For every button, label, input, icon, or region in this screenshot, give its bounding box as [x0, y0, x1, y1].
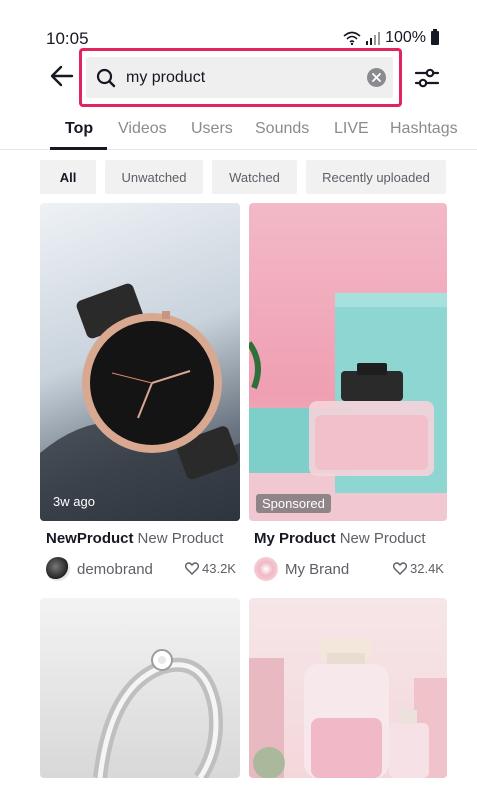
author-name: demobrand	[77, 560, 153, 578]
like-count: 32.4K	[393, 561, 444, 576]
ring-image	[93, 649, 223, 778]
tab-hashtags[interactable]: Hashtags	[390, 120, 458, 138]
wifi-icon	[343, 31, 361, 45]
battery-percent: 100%	[385, 29, 426, 46]
avatar	[254, 557, 278, 581]
active-tab-indicator	[50, 147, 107, 150]
author-row[interactable]: demobrand	[46, 557, 153, 581]
like-count: 43.2K	[185, 561, 236, 576]
search-bar[interactable]	[86, 57, 393, 98]
result-tabs: Top Videos Users Sounds LIVE Hashtags	[0, 110, 477, 150]
status-time: 10:05	[46, 29, 89, 48]
video-thumbnail-watch[interactable]: 3w ago	[40, 203, 240, 521]
author-row[interactable]: My Brand	[254, 557, 349, 581]
video-thumbnail-ring[interactable]	[40, 598, 240, 778]
filter-settings-button[interactable]	[412, 64, 442, 92]
avatar	[46, 557, 70, 581]
perfume-image	[249, 293, 447, 521]
video-thumbnail-perfume[interactable]: Sponsored	[249, 203, 447, 521]
video-subtitle: New Product	[339, 530, 426, 547]
tab-live[interactable]: LIVE	[334, 120, 369, 138]
filter-chip-recently-uploaded[interactable]: Recently uploaded	[306, 160, 446, 194]
filter-chip-unwatched[interactable]: Unwatched	[105, 160, 203, 194]
likes-value: 43.2K	[202, 561, 236, 576]
likes-value: 32.4K	[410, 561, 444, 576]
author-name: My Brand	[285, 560, 350, 578]
filter-chip-watched[interactable]: Watched	[212, 160, 297, 194]
upload-age-label: 3w ago	[53, 494, 95, 509]
video-caption[interactable]: My Product New Product	[254, 530, 426, 547]
video-subtitle: New Product	[137, 530, 224, 547]
filter-chip-all[interactable]: All	[40, 160, 96, 194]
search-input[interactable]	[126, 68, 356, 87]
status-bar: 10:05 100%	[0, 0, 477, 52]
tab-videos[interactable]: Videos	[118, 120, 167, 138]
tab-top[interactable]: Top	[65, 120, 93, 138]
bottle-image	[249, 638, 447, 778]
arrow-left-icon	[50, 65, 74, 87]
video-title: My Product	[254, 530, 336, 547]
tab-users[interactable]: Users	[191, 120, 233, 138]
video-title: NewProduct	[46, 530, 134, 547]
clear-search-button[interactable]	[367, 68, 386, 87]
tab-sounds[interactable]: Sounds	[255, 120, 309, 138]
battery-icon	[431, 29, 439, 45]
sponsored-badge: Sponsored	[256, 494, 331, 513]
status-icons: 100%	[343, 29, 439, 47]
video-caption[interactable]: NewProduct New Product	[46, 530, 223, 547]
heart-icon	[185, 562, 199, 575]
watch-image	[40, 283, 240, 521]
video-thumbnail-bottle[interactable]	[249, 598, 447, 778]
close-icon	[372, 73, 381, 82]
heart-icon	[393, 562, 407, 575]
back-button[interactable]	[48, 62, 76, 90]
sliders-icon	[414, 68, 440, 88]
signal-icon	[366, 31, 381, 45]
search-icon	[94, 66, 118, 90]
